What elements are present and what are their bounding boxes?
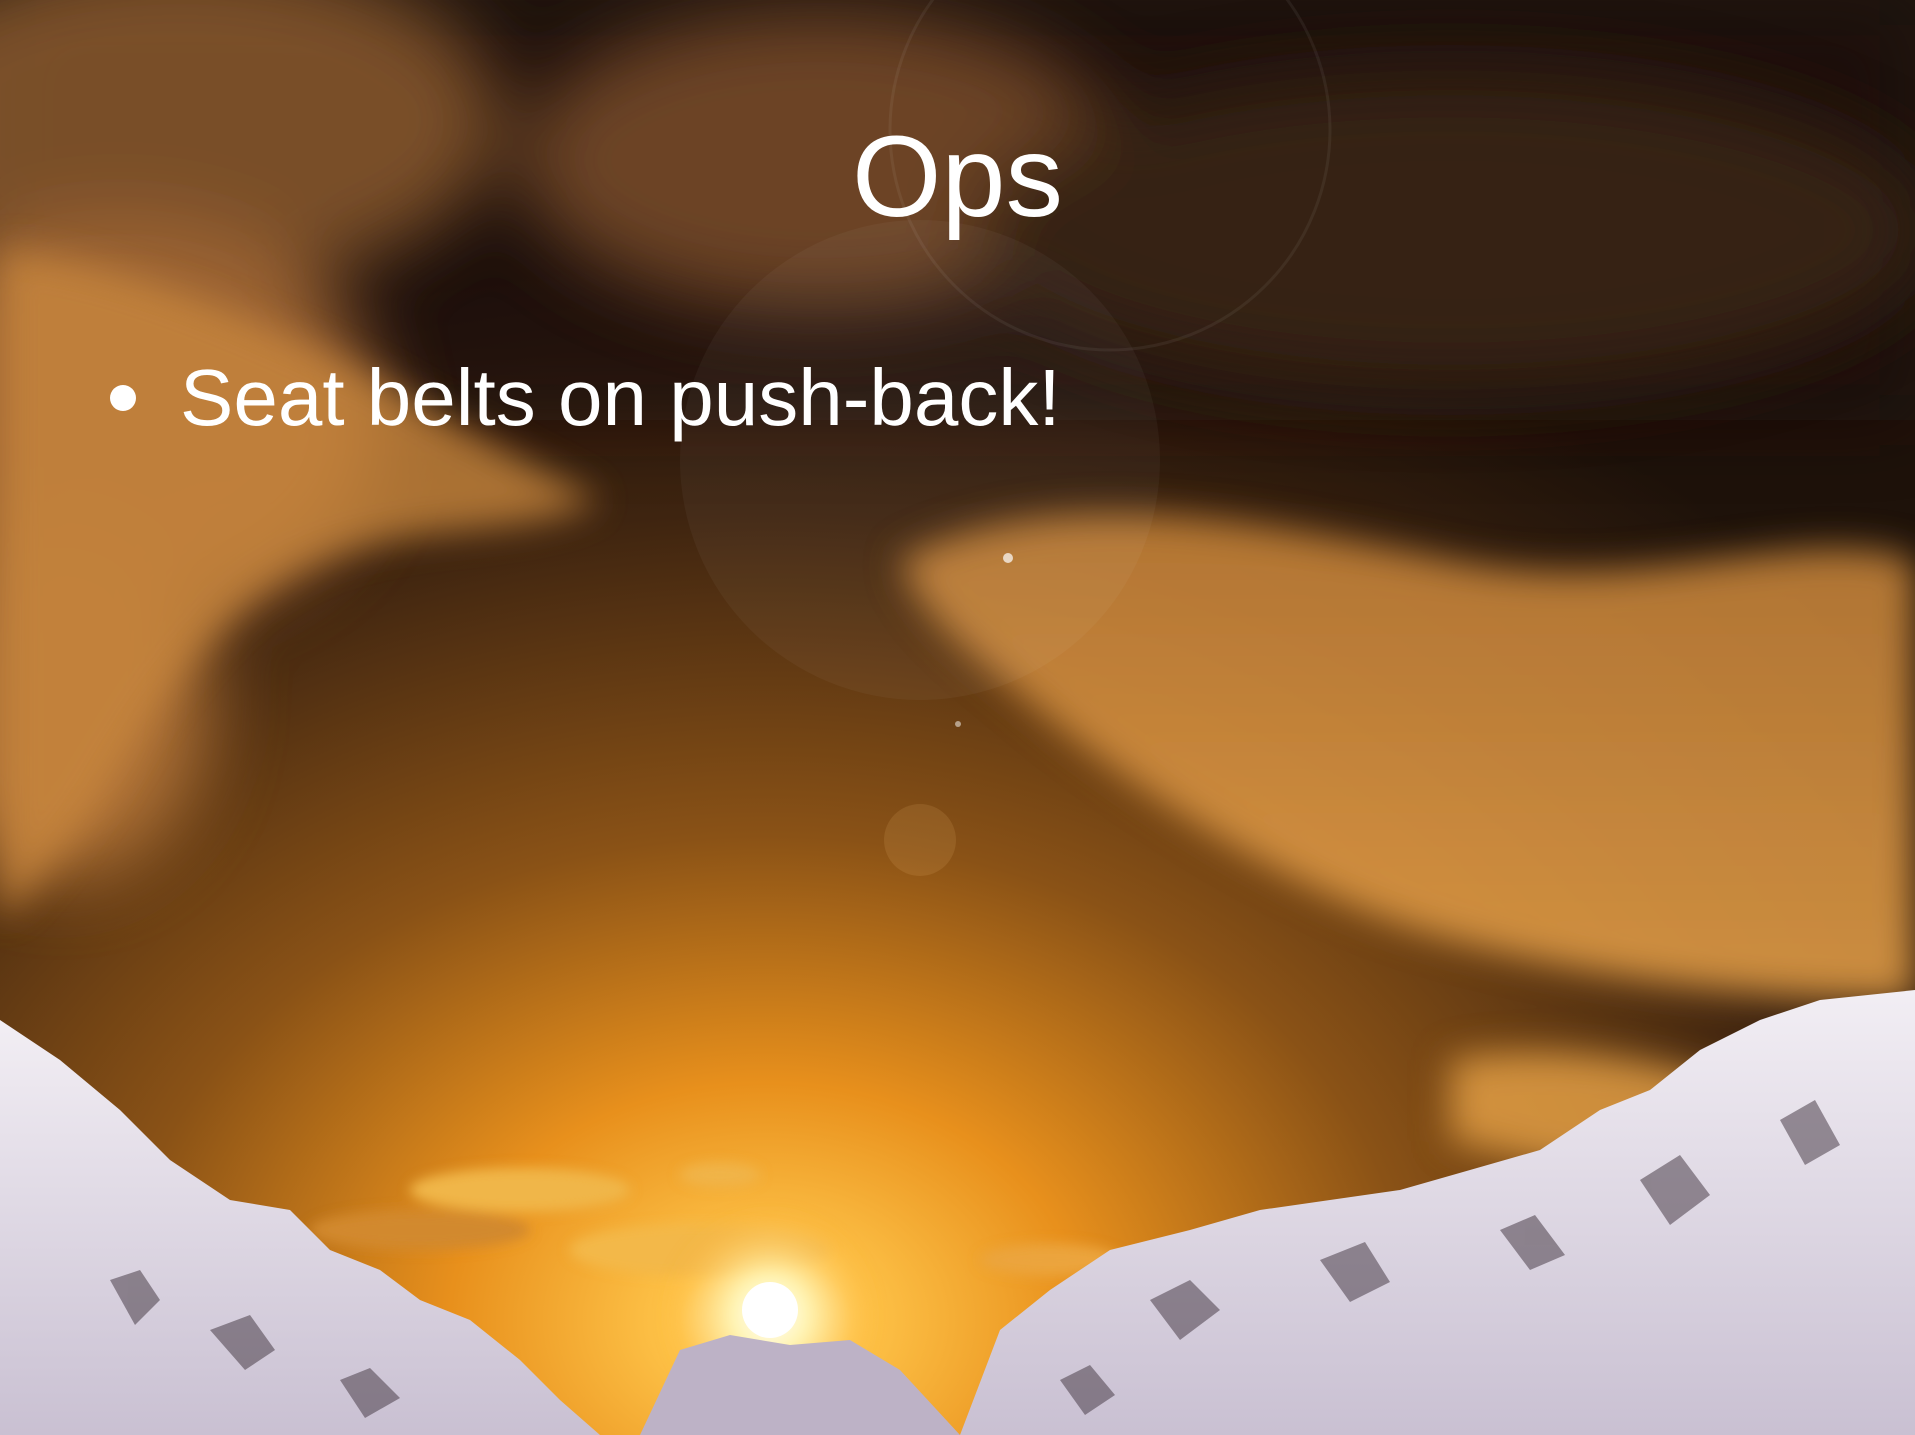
slide-title-text: Ops — [852, 113, 1063, 241]
bullet-text: Seat belts on push-back! — [180, 353, 1061, 442]
slide-title: Ops — [0, 112, 1915, 242]
bullet-dot-icon — [110, 385, 136, 411]
bullet-list: Seat belts on push-back! — [110, 348, 1061, 448]
slide: Ops Seat belts on push-back! — [0, 0, 1915, 1435]
bullet-item: Seat belts on push-back! — [110, 348, 1061, 448]
